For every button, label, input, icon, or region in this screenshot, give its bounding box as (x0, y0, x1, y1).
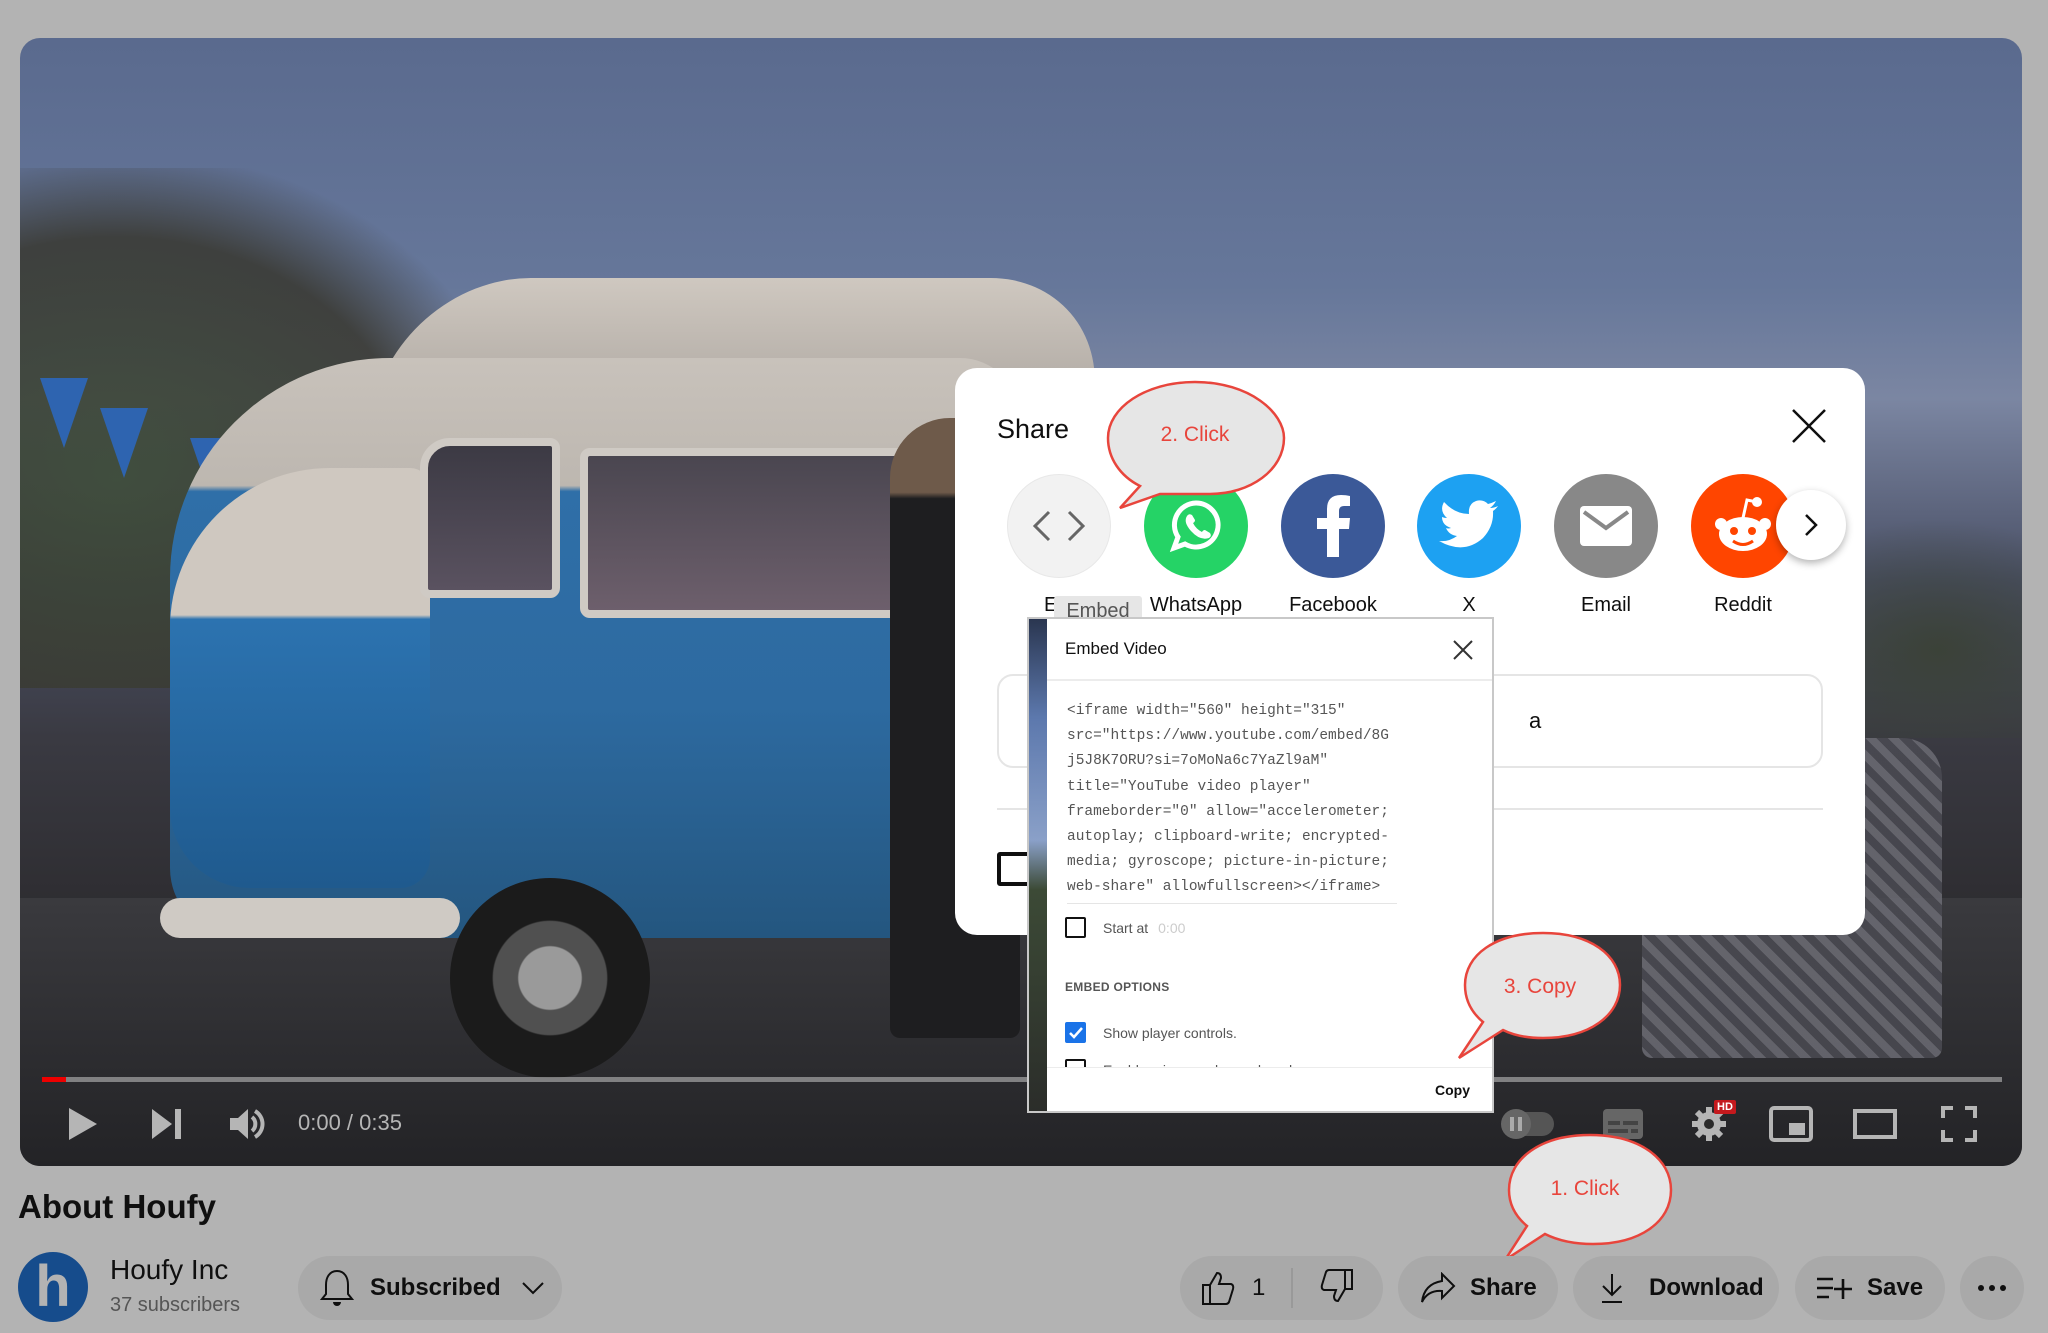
embed-options-heading: EMBED OPTIONS (1065, 980, 1170, 994)
video-frame-bus-window (580, 448, 920, 618)
play-button[interactable] (58, 1100, 108, 1148)
hd-badge: HD (1714, 1100, 1736, 1114)
video-frame-wheel (450, 878, 650, 1078)
share-button[interactable]: Share (1398, 1256, 1558, 1320)
thumbs-up-icon (1202, 1271, 1235, 1305)
fullscreen-button[interactable] (1936, 1100, 1982, 1148)
video-frame-bumper (160, 898, 460, 938)
dislike-button[interactable] (1319, 1268, 1355, 1309)
theater-mode-button[interactable] (1852, 1100, 1898, 1148)
embed-start-at-checkbox[interactable] (1065, 917, 1086, 938)
download-icon (1602, 1274, 1622, 1303)
thumbs-down-icon (1321, 1268, 1354, 1302)
callout-text: 2. Click (1160, 423, 1230, 446)
speech-bubble-shape (1106, 380, 1286, 510)
reddit-icon (1715, 497, 1771, 551)
embed-dialog-header: Embed Video (1047, 619, 1492, 681)
progress-bar[interactable] (42, 1077, 2002, 1082)
share-close-button[interactable] (1787, 404, 1831, 448)
start-at-checkbox[interactable] (997, 852, 1031, 886)
share-dialog-title: Share (997, 414, 1070, 444)
share-link-text: a (1529, 708, 1542, 733)
channel-avatar[interactable]: h (18, 1252, 88, 1322)
bell-icon (320, 1269, 354, 1306)
close-icon (1453, 640, 1473, 660)
play-icon (69, 1108, 97, 1140)
callout-text: 1. Click (1550, 1177, 1620, 1200)
email-envelope-icon (1580, 506, 1632, 546)
download-button[interactable]: Download (1573, 1256, 1779, 1320)
embed-code-textarea[interactable]: <iframe width="560" height="315" src="ht… (1067, 699, 1397, 904)
subscriber-count: 37 subscribers (110, 1294, 241, 1316)
embed-dialog-title: Embed Video (1065, 639, 1167, 658)
share-target-label: Facebook (1289, 594, 1377, 616)
download-label: Download (1649, 1274, 1764, 1301)
callout-step-3: 3. Copy (1455, 930, 1625, 1060)
volume-icon (230, 1109, 265, 1139)
share-target-label: Reddit (1714, 594, 1772, 616)
embed-start-at-row[interactable]: Start at 0:00 (1065, 917, 1185, 938)
settings-button[interactable]: HD (1686, 1100, 1736, 1148)
like-dislike-group: 1 (1180, 1256, 1383, 1320)
close-icon (1792, 409, 1826, 443)
bunting-flag (40, 378, 88, 448)
share-target-x[interactable] (1417, 474, 1521, 578)
share-target-label: Email (1580, 594, 1631, 616)
twitter-bird-icon (1439, 500, 1498, 548)
video-title: About Houfy (18, 1188, 216, 1225)
embed-option-row[interactable]: Show player controls. (1065, 1022, 1237, 1043)
checkmark-icon (1068, 1026, 1083, 1039)
subscribed-button[interactable]: Subscribed (298, 1256, 562, 1320)
miniplayer-button[interactable] (1768, 1100, 1814, 1148)
copy-button[interactable]: Copy (1435, 1082, 1470, 1098)
like-divider (1291, 1268, 1294, 1308)
start-at-label: Start at (1103, 919, 1149, 936)
video-frame-bus-front (170, 468, 430, 888)
share-targets-next-button[interactable] (1776, 490, 1846, 560)
chevron-right-icon (1805, 514, 1818, 536)
share-target-email[interactable] (1554, 474, 1658, 578)
like-button[interactable]: 1 (1200, 1270, 1265, 1306)
share-target-facebook[interactable] (1281, 474, 1385, 578)
show-controls-checkbox[interactable] (1065, 1022, 1086, 1043)
share-target-label: WhatsApp (1149, 594, 1243, 616)
embed-code-icon (1032, 510, 1086, 542)
embed-close-button[interactable] (1450, 637, 1476, 663)
playlist-add-icon (1817, 1277, 1852, 1299)
embed-preview-strip (1029, 619, 1047, 1111)
callout-step-2: 2. Click (1100, 378, 1290, 558)
channel-name[interactable]: Houfy Inc (110, 1254, 228, 1286)
callout-text: 3. Copy (1503, 975, 1577, 998)
skip-next-icon (152, 1109, 181, 1139)
option-label: Show player controls. (1103, 1024, 1237, 1041)
like-count: 1 (1252, 1274, 1266, 1301)
embed-dialog-footer: Copy (1047, 1067, 1492, 1111)
chevron-down-icon (521, 1282, 544, 1295)
share-arrow-icon (1421, 1272, 1456, 1303)
bunting-flag (100, 408, 148, 478)
subscribed-label: Subscribed (370, 1274, 501, 1301)
fullscreen-icon (1941, 1106, 1977, 1142)
save-label: Save (1867, 1274, 1924, 1301)
more-actions-button[interactable] (1960, 1256, 2024, 1320)
facebook-icon (1317, 495, 1350, 557)
video-frame-bus-window (420, 438, 560, 598)
mute-button[interactable] (222, 1100, 272, 1148)
more-horizontal-icon (1978, 1285, 2006, 1291)
time-display: 0:00 / 0:35 (298, 1110, 402, 1135)
embed-video-dialog: Embed Video <iframe width="560" height="… (1027, 617, 1494, 1113)
theater-icon (1853, 1109, 1897, 1139)
start-at-value[interactable]: 0:00 (1158, 920, 1185, 936)
share-label: Share (1470, 1274, 1537, 1301)
next-button[interactable] (142, 1100, 192, 1148)
share-target-embed[interactable] (1007, 474, 1111, 578)
miniplayer-icon (1769, 1106, 1813, 1142)
share-target-label: X (1462, 594, 1476, 616)
progress-bar-played (42, 1077, 66, 1082)
save-button[interactable]: Save (1795, 1256, 1945, 1320)
